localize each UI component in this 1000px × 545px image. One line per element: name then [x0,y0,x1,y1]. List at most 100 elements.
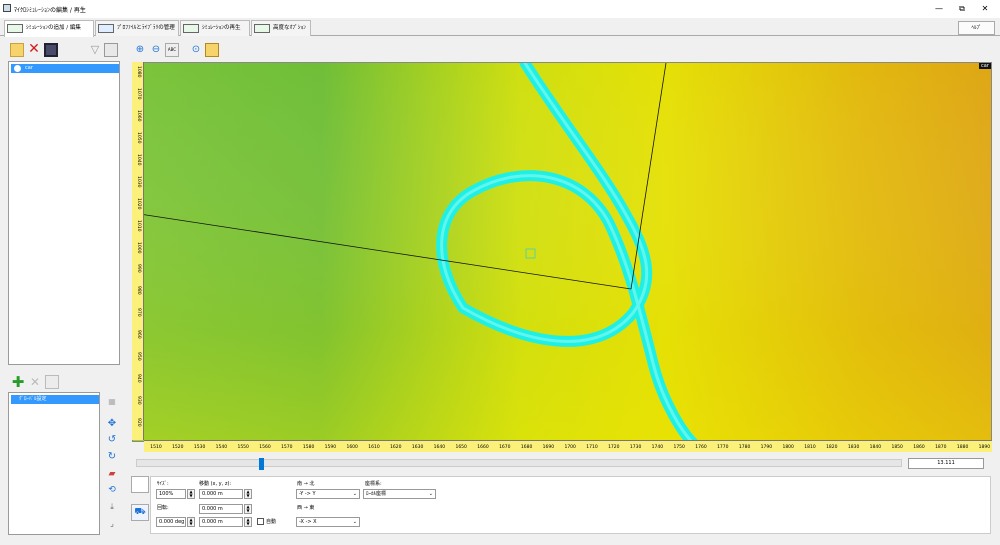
chevron-down-icon: ⌄ [428,491,433,497]
abc-label-icon[interactable]: ABC [165,43,179,57]
x-tick-label: 1570 [281,445,293,450]
x-tick-label: 1730 [629,445,642,450]
tab-add-edit[interactable]: ｼﾐｭﾚｰｼｮﾝの追加 / 編集 [4,20,94,37]
coord-value: ﾛｰｶﾙ座標 [366,491,387,497]
open-folder-icon[interactable] [10,43,24,57]
move-x-spinner[interactable]: ▲ ▼ [244,489,252,499]
frame-input[interactable]: 13.111 [908,458,984,469]
property-panel: ｻｲｽﾞ: 100% ▲ ▼ 移動 (x, y, z): 0.000 m ▲ ▼ 回… [150,476,991,534]
move-x-input[interactable]: 0.000 m [199,489,243,499]
playback-icon [183,24,199,33]
grid-icon[interactable]: ▦ [104,395,120,409]
y-tick-label: 1060 [136,110,141,122]
map-canvas[interactable]: car [132,62,992,442]
x-tick-label: 1590 [324,445,337,450]
x-tick-label: 1670 [499,445,511,450]
restore-button[interactable]: ⧉ [955,3,969,15]
vertical-ruler: 1080 1070 1060 1050 1040 1030 1020 1010 1000 990 9… [132,62,144,440]
move-y-input[interactable]: 0.000 m [199,504,243,514]
rotate-cw-icon[interactable]: ↻ [104,450,120,464]
tab-profile-library[interactable]: ﾌﾟﾛﾌｧｲﾙとﾗｲﾌﾞﾗﾘの管理 [95,20,179,36]
size-spinner[interactable]: ▲ ▼ [187,489,195,499]
y-tick-label: 1000 [136,242,141,254]
chart-icon [7,24,23,33]
settings-node-global[interactable]: ｸﾞﾛｰﾊﾞﾙ設定 [11,395,99,404]
x-tick-label: 1720 [608,445,620,450]
x-tick-label: 1750 [673,445,685,450]
title-bar: ﾏｲｸﾛｼﾐｭﾚｰｼｮﾝの編集 / 再生 — ⧉ ✕ [0,0,1000,18]
window-title: ﾏｲｸﾛｼﾐｭﾚｰｼｮﾝの編集 / 再生 [14,7,86,14]
rotate-ccw-icon[interactable]: ↺ [104,433,120,447]
y-tick-label: 980 [136,286,141,295]
library-icon [98,24,114,33]
x-tick-label: 1620 [390,445,402,450]
y-tick-label: 1050 [136,132,141,144]
radio-icon[interactable] [14,65,21,72]
coord-label: 座標系: [365,481,382,487]
move-label: 移動 (x, y, z): [199,481,232,487]
x-tick-label: 1880 [956,445,969,450]
x-tick-label: 1800 [782,445,794,450]
x-tick-label: 1610 [368,445,380,450]
zoom-out-icon[interactable]: ⊖ [149,43,163,57]
corner-icon[interactable]: ⌟ [104,517,120,531]
timeline-slider[interactable] [136,458,902,470]
we-select[interactable]: -X -> X ⌄ [296,517,360,527]
x-tick-label: 1700 [564,445,576,450]
eraser-icon[interactable]: ▰ [104,467,120,481]
ns-select[interactable]: -Y -> Y ⌄ [296,489,360,499]
x-tick-label: 1830 [847,445,860,450]
x-tick-label: 1550 [237,445,249,450]
object-tree[interactable]: car [8,61,120,365]
x-tick-label: 1790 [760,445,773,450]
x-tick-label: 1560 [259,445,271,450]
zoom-fit-icon[interactable]: ⊙ [189,43,203,57]
chart-view-icon[interactable] [131,476,149,493]
x-tick-label: 1640 [433,445,446,450]
copy-icon[interactable] [45,375,59,389]
advanced-icon [254,24,270,33]
filter-icon[interactable]: ▽ [88,43,102,57]
tree-node-label: car [25,65,33,71]
close-button[interactable]: ✕ [978,3,992,15]
move-z-input[interactable]: 0.000 m [199,517,243,527]
object-label: car [979,63,991,69]
reset-icon[interactable]: ⟲ [104,483,120,497]
layout-icon[interactable] [104,43,118,57]
auto-checkbox[interactable] [257,518,264,525]
remove-icon[interactable]: ✕ [28,375,42,389]
x-tick-label: 1820 [826,445,838,450]
x-tick-label: 1530 [193,445,206,450]
y-tick-label: 1070 [136,88,141,100]
rotate-spinner[interactable]: ▲ ▼ [187,517,195,527]
y-tick-label: 950 [136,352,141,361]
tab-label: ｼﾐｭﾚｰｼｮﾝの再生 [202,25,241,31]
ns-value: -Y -> Y [299,491,316,497]
save-icon[interactable] [44,43,58,57]
move-z-spinner[interactable]: ▲ ▼ [244,517,252,527]
flip-icon[interactable]: ⤓ [104,500,120,514]
map-svg[interactable] [133,63,992,442]
x-tick-label: 1770 [717,445,729,450]
tab-playback[interactable]: ｼﾐｭﾚｰｼｮﾝの再生 [180,20,250,36]
rotate-input[interactable]: 0.000 deg [156,517,186,527]
timeline-thumb[interactable] [258,458,264,470]
minimize-button[interactable]: — [932,3,946,15]
delete-icon[interactable]: ✕ [27,42,41,57]
size-input[interactable]: 100% [156,489,186,499]
y-tick-label: 940 [136,374,141,383]
grid-toggle-icon[interactable] [205,43,219,57]
x-tick-label: 1600 [346,445,358,450]
y-tick-label: 960 [136,330,141,339]
help-button[interactable]: ﾍﾙﾌﾟ [958,21,995,35]
zoom-in-icon[interactable]: ⊕ [133,43,147,57]
tree-node-car[interactable]: car [11,64,119,73]
settings-tree[interactable]: ｸﾞﾛｰﾊﾞﾙ設定 [8,392,100,535]
coord-select[interactable]: ﾛｰｶﾙ座標 ⌄ [363,489,436,499]
move-y-spinner[interactable]: ▲ ▼ [244,504,252,514]
add-icon[interactable]: ✚ [11,375,25,390]
vehicle-icon[interactable]: ⛟ [131,504,149,521]
tab-bar: ｼﾐｭﾚｰｼｮﾝの追加 / 編集 ﾌﾟﾛﾌｧｲﾙとﾗｲﾌﾞﾗﾘの管理 ｼﾐｭﾚｰ… [0,18,1000,37]
move-icon[interactable]: ✥ [104,417,120,431]
tab-advanced[interactable]: 高度なｵﾌﾟｼｮﾝ [251,20,311,36]
